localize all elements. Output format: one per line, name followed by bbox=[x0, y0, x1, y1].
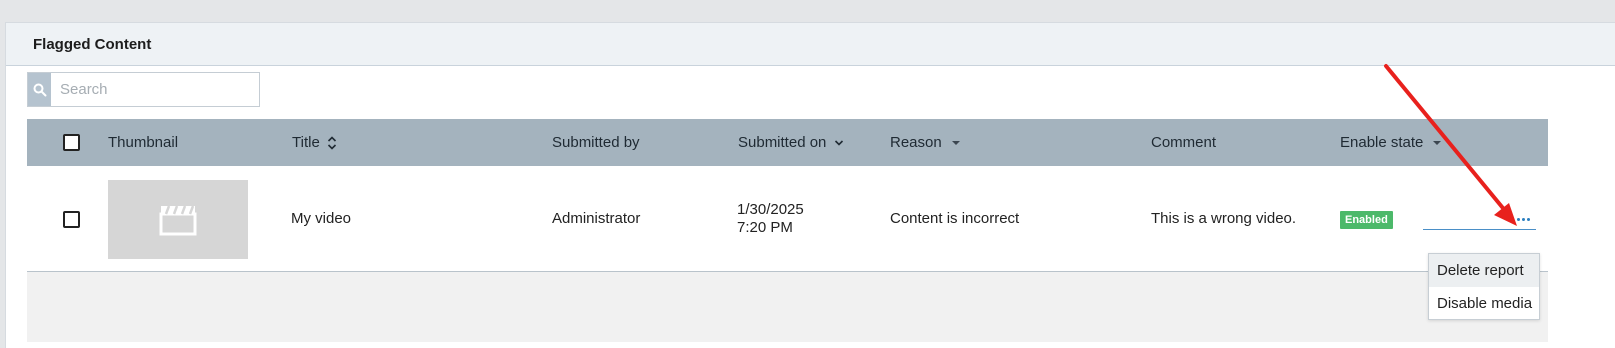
panel-header: Flagged Content bbox=[6, 23, 1615, 66]
row-title[interactable]: My video bbox=[291, 210, 351, 227]
ellipsis-icon bbox=[1516, 217, 1520, 221]
video-thumbnail[interactable] bbox=[108, 180, 248, 259]
column-submitted-by: Submitted by bbox=[552, 119, 640, 166]
column-thumbnail: Thumbnail bbox=[108, 119, 178, 166]
row-submitted-date: 1/30/2025 bbox=[737, 201, 804, 218]
row-actions-menu: Delete report Disable media bbox=[1428, 253, 1540, 320]
menu-item-delete-report[interactable]: Delete report bbox=[1429, 254, 1539, 287]
search-box bbox=[27, 72, 260, 107]
column-reason[interactable]: Reason bbox=[890, 119, 961, 166]
filter-caret-icon bbox=[951, 140, 960, 145]
table-header: Thumbnail Title Submitted by Submitted o… bbox=[27, 119, 1548, 166]
filter-caret-icon bbox=[1433, 140, 1442, 145]
column-title-label: Title bbox=[292, 134, 320, 151]
table-footer bbox=[27, 272, 1548, 342]
sort-updown-icon bbox=[327, 135, 336, 150]
more-actions-button[interactable] bbox=[1514, 212, 1532, 226]
column-enable-state-label: Enable state bbox=[1340, 134, 1424, 151]
search-button[interactable] bbox=[28, 73, 51, 106]
search-input[interactable] bbox=[51, 73, 259, 106]
row-submitted-by: Administrator bbox=[552, 210, 641, 227]
row-reason: Content is incorrect bbox=[890, 210, 1020, 227]
page-title: Flagged Content bbox=[33, 35, 152, 53]
row-comment: This is a wrong video. bbox=[1151, 210, 1297, 227]
row-submitted-time: 7:20 PM bbox=[737, 219, 793, 236]
column-reason-label: Reason bbox=[890, 134, 942, 151]
row-checkbox[interactable] bbox=[63, 211, 80, 228]
table-row[interactable]: My video Administrator 1/30/2025 7:20 PM… bbox=[27, 166, 1548, 272]
column-submitted-by-label: Submitted by bbox=[552, 134, 640, 151]
column-submitted-on[interactable]: Submitted on bbox=[738, 119, 844, 166]
column-submitted-on-label: Submitted on bbox=[738, 134, 827, 151]
row-submitted-on: 1/30/2025 7:20 PM bbox=[737, 201, 804, 237]
chevron-down-icon bbox=[835, 139, 844, 146]
column-thumbnail-label: Thumbnail bbox=[108, 134, 179, 151]
search-icon bbox=[33, 83, 46, 96]
status-badge: Enabled bbox=[1340, 211, 1393, 229]
actions-menu-underline bbox=[1423, 229, 1536, 230]
column-comment: Comment bbox=[1151, 119, 1216, 166]
column-comment-label: Comment bbox=[1151, 134, 1217, 151]
select-all-cell bbox=[63, 119, 80, 166]
select-all-checkbox[interactable] bbox=[63, 134, 80, 151]
column-enable-state[interactable]: Enable state bbox=[1340, 119, 1442, 166]
row-checkbox-cell bbox=[63, 211, 80, 228]
column-title[interactable]: Title bbox=[292, 119, 337, 166]
menu-item-disable-media[interactable]: Disable media bbox=[1429, 287, 1539, 320]
video-clapperboard-icon bbox=[159, 205, 197, 235]
